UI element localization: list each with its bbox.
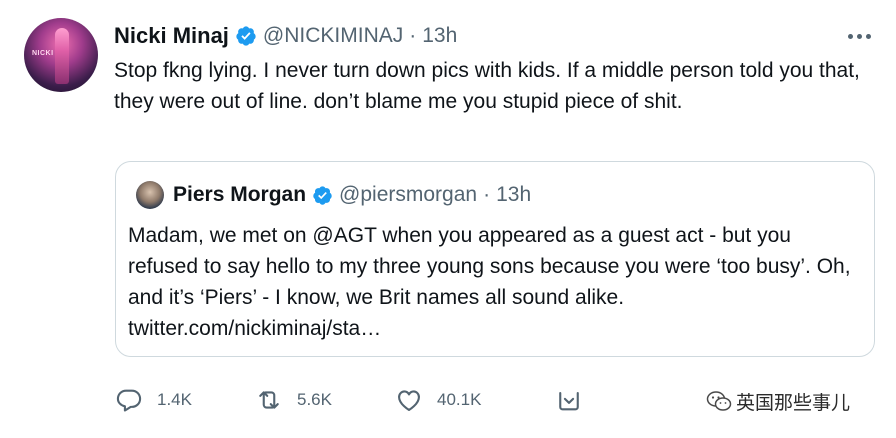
retweet-count: 5.6K bbox=[297, 390, 332, 409]
quoted-author-avatar bbox=[136, 181, 164, 209]
quoted-tweet-header: Piers Morgan @piersmorgan · 13h bbox=[173, 178, 531, 212]
share-button[interactable] bbox=[555, 384, 583, 416]
reply-button[interactable]: 1.4K bbox=[115, 384, 192, 416]
tweet-timestamp[interactable]: 13h bbox=[422, 24, 457, 48]
tweet-header: Nicki Minaj @NICKIMINAJ · 13h bbox=[114, 20, 457, 52]
header-separator: · bbox=[409, 24, 417, 47]
quoted-tweet-text: Madam, we met on @AGT when you appeared … bbox=[128, 224, 851, 340]
like-button[interactable]: 40.1K bbox=[395, 384, 481, 416]
wechat-icon bbox=[706, 391, 732, 411]
quoted-author-handle: @piersmorgan bbox=[339, 183, 478, 206]
like-count: 40.1K bbox=[437, 390, 482, 409]
tweet[interactable]: NICKI Nicki Minaj @NICKIMINAJ · 13h Stop… bbox=[0, 0, 896, 438]
author-avatar[interactable]: NICKI bbox=[24, 18, 98, 92]
reply-count: 1.4K bbox=[157, 390, 192, 409]
comment-icon bbox=[116, 389, 142, 412]
watermark: 英国那些事儿 bbox=[706, 388, 850, 414]
retweet-button[interactable]: 5.6K bbox=[255, 384, 332, 416]
quoted-tweet[interactable]: Piers Morgan @piersmorgan · 13h Madam, w… bbox=[115, 161, 875, 357]
share-icon bbox=[559, 391, 579, 411]
quoted-author-name: Piers Morgan bbox=[173, 183, 307, 206]
quoted-tweet-timestamp: 13h bbox=[496, 183, 532, 206]
author-name[interactable]: Nicki Minaj bbox=[114, 23, 229, 49]
watermark-text: 英国那些事儿 bbox=[736, 391, 851, 414]
avatar-text: NICKI bbox=[32, 50, 54, 57]
verified-badge-icon bbox=[313, 185, 332, 205]
heart-icon bbox=[398, 390, 420, 411]
author-handle[interactable]: @NICKIMINAJ bbox=[263, 24, 403, 48]
verified-badge-icon bbox=[236, 26, 256, 46]
tweet-text: Stop fkng lying. I never turn down pics … bbox=[114, 59, 860, 113]
avatar-figure bbox=[55, 28, 69, 84]
more-options-icon[interactable] bbox=[842, 24, 876, 48]
quoted-header-separator: · bbox=[483, 183, 491, 206]
retweet-icon bbox=[259, 391, 279, 409]
